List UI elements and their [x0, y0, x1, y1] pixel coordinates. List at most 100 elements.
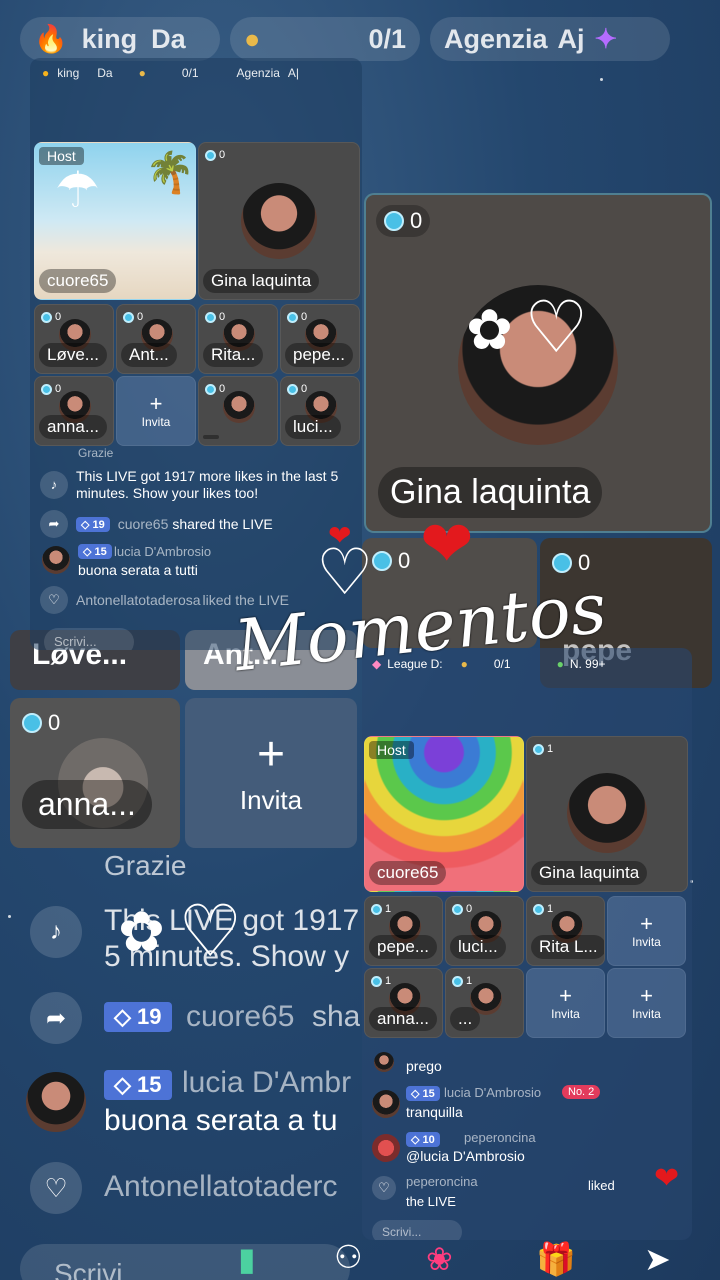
right-host-tile[interactable]: Host cuore65 — [364, 736, 524, 892]
bg-share-user: cuore65 — [186, 1000, 295, 1033]
rose-icon[interactable]: ❀ — [426, 1240, 453, 1278]
mini-ranking: king — [57, 66, 80, 80]
right-invite-button[interactable]: + Invita — [526, 968, 605, 1038]
seat-count: 0 — [287, 311, 307, 323]
heart-outline-icon: ♡ — [30, 1162, 82, 1214]
guest-count-pill[interactable]: ● 0/1 — [230, 17, 420, 61]
left-seat[interactable]: 0 luci... — [280, 376, 360, 446]
ranking-pill[interactable]: 🔥 king Da — [20, 17, 220, 61]
mini-agency: Agenzia — [236, 66, 280, 80]
chat-partial: Grazie — [78, 446, 114, 460]
left-seat[interactable]: 0 Løve... — [34, 304, 114, 374]
tiktok-icon: ♪ — [30, 906, 82, 958]
bg-lucia-avatar — [26, 1072, 86, 1132]
guest-tile-gina[interactable]: 0 Gina laquinta — [198, 142, 360, 300]
like-user: Antonellatotaderosa — [76, 592, 201, 608]
bg-comment-badge: ◇ 15 — [104, 1070, 172, 1100]
share-msg: shared the LIVE — [172, 516, 273, 532]
umbrella-icon: ☂ — [55, 162, 100, 218]
right-red-heart-icon: ❤ — [654, 1162, 680, 1195]
mic-icon[interactable]: ▮ — [238, 1240, 256, 1278]
bg-anna-count: 0 — [22, 710, 60, 736]
seat-name: anna... — [369, 1007, 437, 1031]
seat-avatar — [223, 391, 255, 423]
host-tile[interactable]: Host ☂ 🌴 cuore65 — [34, 142, 196, 300]
guest-count-badge: 0 — [205, 149, 225, 161]
chat-likes-msg: This LIVE got 1917 more likes in the las… — [76, 468, 339, 501]
red-heart-icon: ❤ — [420, 508, 474, 580]
bg-anna-name: anna... — [22, 780, 152, 829]
guests-icon[interactable]: ⚇ — [334, 1238, 363, 1276]
seat-name: ... — [450, 1007, 481, 1031]
flame-icon: ● — [42, 66, 50, 80]
c2-badge: ◇ 15 — [406, 1086, 440, 1101]
tiktok-icon: ♪ — [40, 470, 68, 499]
c4-msg: liked the LIVE — [406, 1178, 615, 1209]
right-gina-avatar — [567, 773, 647, 853]
left-seat[interactable]: 0 Rita... — [198, 304, 278, 374]
share-user: cuore65 — [117, 516, 169, 532]
plus-icon: + — [640, 911, 653, 936]
right-seat[interactable]: 1 pepe... — [364, 896, 443, 966]
white-heart-outline-icon: ♡ — [524, 288, 589, 368]
right-invite-button[interactable]: + Invita — [607, 968, 686, 1038]
pot-icon: ● — [138, 66, 146, 80]
pot-icon: ● — [244, 23, 261, 54]
share-icon: ➦ — [30, 992, 82, 1044]
c2-rank: No. 2 — [562, 1085, 601, 1099]
chat-likes-line: ♪ This LIVE got 1917 more likes in the l… — [40, 468, 358, 502]
seat-name: pepe... — [285, 343, 353, 367]
bg-share-msg: sha — [312, 1000, 360, 1033]
left-seat[interactable]: 0 — [198, 376, 278, 446]
mini-ranking2: Da — [97, 66, 113, 80]
c3-user: peperoncina — [464, 1130, 536, 1145]
gift-icon[interactable]: 🎁 — [536, 1240, 576, 1278]
agency-pill[interactable]: Agenzia Aj ✦ — [430, 17, 670, 61]
left-invite-button[interactable]: + Invita — [116, 376, 196, 446]
share-icon: ➦ — [40, 510, 68, 538]
chat-prego: prego — [406, 1058, 442, 1074]
plus-icon: + — [256, 727, 286, 781]
rank-label: N. 99+ — [569, 657, 606, 671]
bg-tile-anna[interactable]: 0 anna... — [10, 698, 180, 848]
left-input[interactable]: Scrivi... — [44, 628, 134, 650]
right-input[interactable]: Scrivi... — [372, 1220, 462, 1240]
share-arrow-icon[interactable]: ➤ — [644, 1240, 671, 1278]
invite-label: Invita — [632, 935, 661, 949]
seat-name: Ant... — [121, 343, 177, 367]
comment-badge: ◇ 15 — [78, 544, 112, 559]
invite-label: Invita — [551, 1007, 580, 1021]
right-seat[interactable]: 1... — [445, 968, 524, 1038]
plus-icon: + — [559, 983, 572, 1008]
bottom-icons: ▮ ⚇ ❀ 🎁 ➤ — [230, 1236, 710, 1280]
heart-outline-icon: ♡ — [372, 1176, 396, 1200]
right-seat[interactable]: 1 anna... — [364, 968, 443, 1038]
bg-heart-outline-icon: ♡ — [178, 892, 243, 972]
globe-icon: ● — [556, 657, 564, 671]
gina-avatar — [241, 183, 317, 259]
chat-share-line: ➦ ◇ 19 cuore65 shared the LIVE — [40, 510, 273, 538]
right-invite-button[interactable]: + Invita — [607, 896, 686, 966]
seat-name: Løve... — [39, 343, 107, 367]
agency-suffix: Aj — [557, 23, 585, 54]
left-seat[interactable]: 0 anna... — [34, 376, 114, 446]
plus-icon: + — [149, 391, 163, 416]
bg-c1-count: 0 — [372, 548, 410, 574]
right-seat[interactable]: 0 luci... — [445, 896, 524, 966]
guest-count: 0/1 — [368, 23, 406, 54]
invite-label: Invita — [141, 415, 171, 429]
chat-comment-line: ◇ 15 lucia D'Ambrosio buona serata a tut… — [40, 544, 358, 580]
host-name: cuore65 — [39, 269, 117, 293]
big-guest-name: Gina laquinta — [378, 467, 603, 518]
seat-name: luci... — [450, 935, 506, 959]
heart-outline-icon: ♡ — [40, 586, 68, 614]
mini-top-bar: ● king Da ● 0/1 Agenzia A| — [42, 62, 360, 84]
sparkle-icon: ✦ — [594, 23, 618, 54]
right-guest-tile[interactable]: 1 Gina laquinta — [526, 736, 688, 892]
c3-msg: @lucia D'Ambrosio — [406, 1148, 525, 1164]
right-seat[interactable]: 1 Rita L... — [526, 896, 605, 966]
left-seat[interactable]: 0 Ant... — [116, 304, 196, 374]
left-seat[interactable]: 0 pepe... — [280, 304, 360, 374]
seat-count: 1 — [452, 975, 472, 987]
bg-invite-button[interactable]: + Invita — [185, 698, 357, 848]
